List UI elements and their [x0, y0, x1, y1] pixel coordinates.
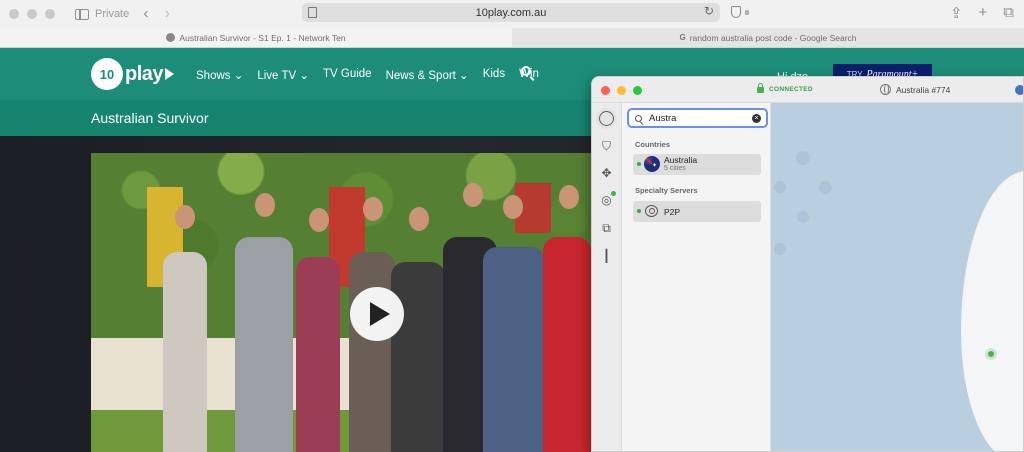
logo-badge: 10: [91, 58, 123, 90]
lock-icon: [757, 83, 764, 93]
country-cities: 5 cities: [664, 165, 686, 172]
new-tab-icon[interactable]: +: [979, 4, 988, 22]
contestant: [543, 237, 591, 452]
p2p-icon: [645, 205, 658, 217]
contestant: [296, 257, 340, 452]
map-island: [774, 243, 786, 255]
map-island: [796, 151, 810, 165]
target-nav-icon[interactable]: ◎: [599, 191, 616, 208]
vpn-sidebar: ⛉ ✥ ◎ ⧉ ┃: [592, 103, 622, 451]
extension-icon[interactable]: [745, 10, 749, 15]
video-player[interactable]: [91, 153, 591, 452]
map-island: [774, 181, 786, 193]
map-island: [819, 181, 832, 194]
back-arrow-icon[interactable]: ‹: [143, 6, 148, 22]
vpn-minimize-button[interactable]: [617, 86, 626, 95]
tab-title: Australian Survivor - S1 Ep. 1 - Network…: [179, 32, 346, 43]
play-button[interactable]: [350, 287, 404, 341]
page-icon: [308, 7, 317, 18]
menu-item-tv-guide[interactable]: TV Guide: [323, 68, 372, 82]
vpn-window: CONNECTED Australia #774 ⛉ ✥ ◎ ⧉ ┃ Austr…: [591, 76, 1024, 452]
server-list-panel: Austra × Countries Australia 5 cities Sp…: [622, 103, 771, 451]
layers-nav-icon[interactable]: ⧉: [599, 221, 614, 236]
stats-nav-icon[interactable]: ┃: [599, 249, 614, 264]
tab-10play[interactable]: Australian Survivor - S1 Ep. 1 - Network…: [0, 28, 512, 47]
google-favicon-icon: G: [679, 33, 686, 42]
zoom-window-button[interactable]: [45, 9, 55, 19]
contestant-head: [409, 207, 429, 231]
globe-nav-icon[interactable]: [596, 108, 617, 129]
contestant: [483, 247, 545, 452]
country-row-australia[interactable]: Australia 5 cities: [633, 154, 761, 175]
map-island: [797, 211, 809, 223]
contestant-head: [363, 197, 383, 221]
vpn-close-button[interactable]: [601, 86, 610, 95]
vpn-window-controls: [601, 86, 642, 95]
search-icon[interactable]: [521, 66, 531, 76]
contestant-head: [309, 208, 329, 232]
forward-arrow-icon[interactable]: ›: [165, 6, 170, 22]
clear-search-icon[interactable]: ×: [752, 114, 761, 123]
main-menu: Shows ⌄ Live TV ⌄ TV Guide News & Sport …: [196, 68, 539, 82]
play-triangle-icon: [165, 68, 175, 80]
specialty-servers-heading: Specialty Servers: [635, 186, 698, 195]
10play-logo[interactable]: 10 play: [91, 58, 175, 90]
menu-item-shows[interactable]: Shows ⌄: [196, 68, 243, 82]
current-server: Australia #774: [896, 85, 951, 95]
minimize-window-button[interactable]: [27, 9, 37, 19]
tab-title: random australia post code - Google Sear…: [689, 32, 857, 43]
online-dot: [637, 162, 641, 166]
countries-heading: Countries: [635, 140, 671, 149]
vpn-zoom-button[interactable]: [633, 86, 642, 95]
sidebar-toggle-icon[interactable]: [75, 8, 89, 20]
search-input[interactable]: Austra: [649, 113, 676, 124]
contestant-head: [463, 183, 483, 207]
address-bar[interactable]: 10play.com.au ↻: [302, 3, 720, 22]
contestant: [235, 237, 293, 452]
connection-status: CONNECTED: [769, 86, 813, 93]
tab-google-search[interactable]: G random australia post code - Google Se…: [512, 28, 1024, 47]
address-text: 10play.com.au: [475, 6, 547, 19]
browser-toolbar: Private ‹ › 10play.com.au ↻ ⇪ + ⧉: [0, 0, 1024, 28]
globe-icon: [880, 84, 891, 95]
vpn-titlebar: CONNECTED Australia #774: [592, 77, 1023, 103]
window-controls: [9, 9, 55, 19]
contestant-head: [503, 195, 523, 219]
privacy-shield-icon[interactable]: [731, 6, 741, 18]
close-window-button[interactable]: [9, 9, 19, 19]
page-title: Australian Survivor: [91, 110, 209, 126]
reload-icon[interactable]: ↻: [704, 4, 714, 18]
menu-item-news-sport[interactable]: News & Sport ⌄: [386, 68, 469, 82]
meshnet-nav-icon[interactable]: ✥: [599, 166, 614, 181]
logo-text: play: [125, 62, 164, 85]
contestant: [391, 262, 445, 452]
share-icon[interactable]: ⇪: [950, 4, 963, 22]
country-name: Australia: [664, 155, 698, 165]
contestant-head: [559, 185, 579, 209]
contestant-head: [175, 205, 195, 229]
online-dot: [637, 209, 641, 213]
menu-item-kids[interactable]: Kids: [483, 68, 505, 82]
server-search[interactable]: Austra ×: [627, 108, 768, 128]
shield-nav-icon[interactable]: ⛉: [599, 139, 614, 154]
menu-item-live-tv[interactable]: Live TV ⌄: [257, 68, 309, 82]
toolbar-actions: ⇪ + ⧉: [950, 4, 1014, 22]
server-map[interactable]: [771, 103, 1023, 451]
contestant-head: [255, 193, 275, 217]
private-label: Private: [95, 8, 130, 20]
specialty-row-p2p[interactable]: P2P: [633, 201, 761, 222]
ten-favicon-icon: [166, 33, 176, 42]
status-dot: [611, 191, 616, 196]
vpn-shield-icon[interactable]: [1015, 85, 1023, 95]
tab-bar: Australian Survivor - S1 Ep. 1 - Network…: [0, 28, 1024, 48]
australia-landmass-coast: [969, 283, 999, 343]
contestant: [349, 252, 395, 452]
australia-flag-icon: [644, 156, 660, 172]
specialty-name: P2P: [664, 207, 681, 217]
search-icon: [635, 114, 642, 122]
tab-overview-icon[interactable]: ⧉: [1003, 4, 1014, 22]
server-location-pin[interactable]: [988, 351, 994, 357]
contestant: [163, 252, 207, 452]
